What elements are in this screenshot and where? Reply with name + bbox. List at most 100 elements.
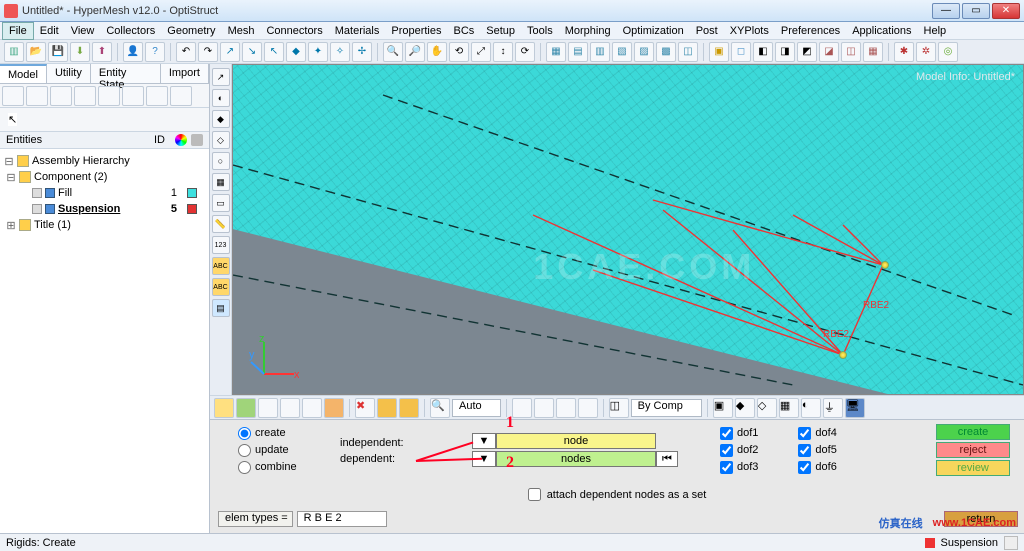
gfx-delete-icon[interactable]: ✖ bbox=[355, 398, 375, 418]
col-id[interactable]: ID bbox=[154, 134, 165, 146]
pt-icon-6[interactable] bbox=[122, 86, 144, 106]
cube8-icon[interactable]: ▦ bbox=[863, 42, 883, 62]
win7-icon[interactable]: ◫ bbox=[678, 42, 698, 62]
win1-icon[interactable]: ▦ bbox=[546, 42, 566, 62]
gfx-auto-combo[interactable]: Auto bbox=[452, 399, 501, 417]
pt-icon-7[interactable] bbox=[146, 86, 168, 106]
menu-file[interactable]: File bbox=[2, 22, 34, 40]
menu-post[interactable]: Post bbox=[690, 23, 724, 39]
cube1-icon[interactable]: ▣ bbox=[709, 42, 729, 62]
vp-orient-icon[interactable]: ↗ bbox=[212, 68, 230, 86]
elem-type-value[interactable]: R B E 2 bbox=[297, 511, 387, 527]
dependent-nodes-box[interactable]: nodes bbox=[496, 451, 656, 467]
win3-icon[interactable]: ▥ bbox=[590, 42, 610, 62]
reject-button[interactable]: reject bbox=[936, 442, 1010, 458]
tree-title-group[interactable]: ⊞ Title (1) bbox=[4, 217, 205, 233]
gfx-icon-3[interactable] bbox=[258, 398, 278, 418]
gfx-d7-icon[interactable]: 🖥 bbox=[845, 398, 865, 418]
gfx-d2-icon[interactable]: ◆ bbox=[735, 398, 755, 418]
menu-materials[interactable]: Materials bbox=[329, 23, 386, 39]
elem-types-field[interactable]: elem types = bbox=[218, 511, 293, 527]
menu-preferences[interactable]: Preferences bbox=[775, 23, 846, 39]
vp-num-icon[interactable]: 123 bbox=[212, 236, 230, 254]
model-tree[interactable]: ⊟ Assembly Hierarchy ⊟ Component (2) Fil… bbox=[0, 149, 209, 533]
pt2-icon-4[interactable]: ↖ bbox=[8, 113, 17, 126]
new-icon[interactable]: ▥ bbox=[4, 42, 24, 62]
import-icon[interactable]: ⬇ bbox=[70, 42, 90, 62]
menu-collectors[interactable]: Collectors bbox=[100, 23, 161, 39]
pan-icon[interactable]: ✋ bbox=[427, 42, 447, 62]
menu-geometry[interactable]: Geometry bbox=[161, 23, 221, 39]
menu-bcs[interactable]: BCs bbox=[448, 23, 481, 39]
menu-properties[interactable]: Properties bbox=[385, 23, 447, 39]
gfx-d3-icon[interactable]: ◇ bbox=[757, 398, 777, 418]
menu-edit[interactable]: Edit bbox=[34, 23, 65, 39]
close-button[interactable]: ✕ bbox=[992, 3, 1020, 19]
user-icon[interactable]: 👤 bbox=[123, 42, 143, 62]
radio-create[interactable]: create bbox=[238, 427, 328, 440]
open-icon[interactable]: 📂 bbox=[26, 42, 46, 62]
redo-icon[interactable]: ↷ bbox=[198, 42, 218, 62]
menu-setup[interactable]: Setup bbox=[480, 23, 521, 39]
pt-icon-5[interactable] bbox=[98, 86, 120, 106]
status-extra-icon[interactable] bbox=[1004, 536, 1018, 550]
vp-trans-icon[interactable]: ○ bbox=[212, 152, 230, 170]
gfx-bycomp-combo[interactable]: By Comp bbox=[631, 399, 702, 417]
vp-show-icon[interactable]: ◐ bbox=[212, 89, 230, 107]
zoom-in-icon[interactable]: 🔍 bbox=[383, 42, 403, 62]
vp-shade-icon[interactable]: ◆ bbox=[212, 110, 230, 128]
cube2-icon[interactable]: ◻ bbox=[731, 42, 751, 62]
tab-import[interactable]: Import bbox=[161, 64, 209, 83]
axis3-icon[interactable]: ✢ bbox=[352, 42, 372, 62]
menu-applications[interactable]: Applications bbox=[846, 23, 917, 39]
refresh-icon[interactable]: ⟳ bbox=[515, 42, 535, 62]
gfx-d4-icon[interactable]: ▦ bbox=[779, 398, 799, 418]
gfx-s1-icon[interactable] bbox=[512, 398, 532, 418]
misc2-icon[interactable]: ✲ bbox=[916, 42, 936, 62]
cube5-icon[interactable]: ◩ bbox=[797, 42, 817, 62]
rotate-icon[interactable]: ⟲ bbox=[449, 42, 469, 62]
axis-xy-icon[interactable]: ↗ bbox=[220, 42, 240, 62]
gfx-icon-5[interactable] bbox=[302, 398, 322, 418]
win5-icon[interactable]: ▨ bbox=[634, 42, 654, 62]
axis-iso-icon[interactable]: ◆ bbox=[286, 42, 306, 62]
dependent-extend-switch[interactable]: ⏮ bbox=[656, 451, 678, 467]
dof2-check[interactable]: dof2 bbox=[720, 444, 758, 457]
zoom-out-icon[interactable]: 🔎 bbox=[405, 42, 425, 62]
help-icon[interactable]: ? bbox=[145, 42, 165, 62]
gfx-icon-1[interactable] bbox=[214, 398, 234, 418]
save-icon[interactable]: 💾 bbox=[48, 42, 68, 62]
create-button[interactable]: create bbox=[936, 424, 1010, 440]
gfx-s4-icon[interactable] bbox=[578, 398, 598, 418]
menu-xyplots[interactable]: XYPlots bbox=[724, 23, 775, 39]
dof1-check[interactable]: dof1 bbox=[720, 427, 758, 440]
pt-icon-2[interactable] bbox=[26, 86, 48, 106]
pt-icon-1[interactable] bbox=[2, 86, 24, 106]
menu-mesh[interactable]: Mesh bbox=[222, 23, 261, 39]
tab-entity-state[interactable]: Entity State bbox=[91, 64, 161, 83]
cube4-icon[interactable]: ◨ bbox=[775, 42, 795, 62]
vp-note-icon[interactable]: ▤ bbox=[212, 299, 230, 317]
axis-yz-icon[interactable]: ↘ bbox=[242, 42, 262, 62]
vp-wire-icon[interactable]: ◇ bbox=[212, 131, 230, 149]
misc1-icon[interactable]: ✱ bbox=[894, 42, 914, 62]
scale-icon[interactable]: ↕ bbox=[493, 42, 513, 62]
gfx-d1-icon[interactable]: ▣ bbox=[713, 398, 733, 418]
node-2[interactable] bbox=[839, 351, 847, 359]
vp-abc2-icon[interactable]: ABC bbox=[212, 278, 230, 296]
review-button[interactable]: review bbox=[936, 460, 1010, 476]
tree-component-group[interactable]: ⊟ Component (2) bbox=[4, 169, 205, 185]
gfx-d5-icon[interactable]: ◐ bbox=[801, 398, 821, 418]
attach-checkbox[interactable]: attach dependent nodes as a set bbox=[528, 488, 707, 501]
radio-update[interactable]: update bbox=[238, 444, 328, 457]
graphics-viewport[interactable]: RBE2 RBE2 1CAE.COM Model Info: Untitled*… bbox=[232, 64, 1024, 395]
cube3-icon[interactable]: ◧ bbox=[753, 42, 773, 62]
tab-utility[interactable]: Utility bbox=[47, 64, 91, 83]
dof3-check[interactable]: dof3 bbox=[720, 461, 758, 474]
gfx-icon-2[interactable] bbox=[236, 398, 256, 418]
axis2-icon[interactable]: ✧ bbox=[330, 42, 350, 62]
gfx-s2-icon[interactable] bbox=[534, 398, 554, 418]
independent-node-box[interactable]: node bbox=[496, 433, 656, 449]
undo-icon[interactable]: ↶ bbox=[176, 42, 196, 62]
gfx-cube-icon[interactable]: ◫ bbox=[609, 398, 629, 418]
